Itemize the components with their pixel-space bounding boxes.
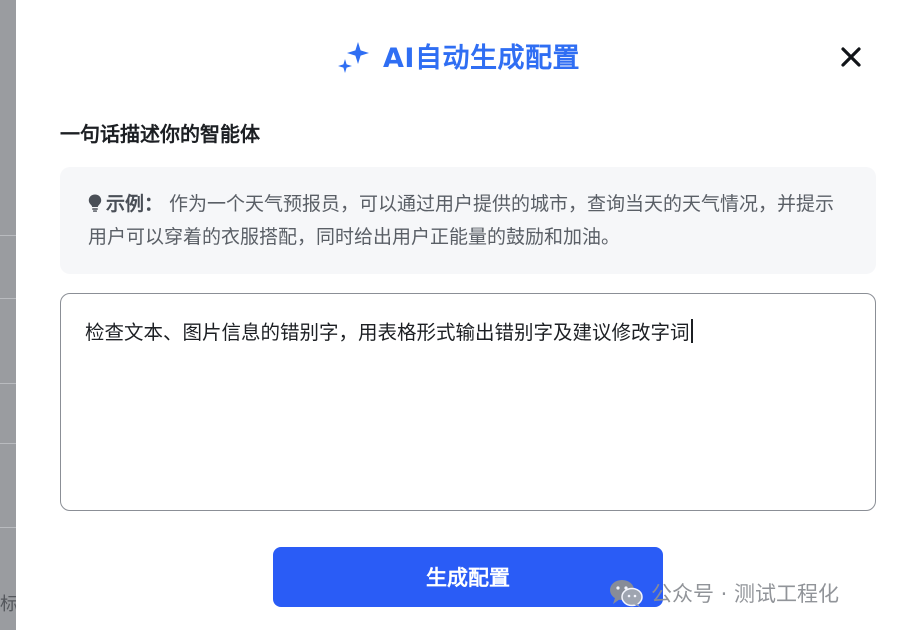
ai-config-dialog: AI自动生成配置 一句话描述你的智能体 示例： 作为一个天气预报员，可以通过用户提… <box>16 0 901 630</box>
background-row-divider <box>0 443 16 444</box>
text-caret <box>690 319 693 343</box>
dialog-title: AI自动生成配置 <box>383 43 580 74</box>
background-row-divider <box>0 298 16 299</box>
sparkle-icon <box>337 39 371 73</box>
example-hint-box: 示例： 作为一个天气预报员，可以通过用户提供的城市，查询当天的天气情况，并提示用户… <box>60 167 876 274</box>
lightbulb-icon <box>88 190 102 212</box>
generate-config-button-label: 生成配置 <box>426 566 510 590</box>
close-icon <box>841 47 861 67</box>
background-row-divider <box>0 383 16 384</box>
example-prefix: 示例： <box>106 193 164 215</box>
watermark: 公众号 · 测试工程化 <box>609 578 839 608</box>
description-label: 一句话描述你的智能体 <box>60 122 260 146</box>
close-button[interactable] <box>836 42 866 72</box>
description-input[interactable]: 检查文本、图片信息的错别字，用表格形式输出错别字及建议修改字词 <box>60 293 876 511</box>
description-input-value: 检查文本、图片信息的错别字，用表格形式输出错别字及建议修改字词 <box>85 321 690 344</box>
generate-config-button[interactable]: 生成配置 <box>273 547 663 607</box>
wechat-icon <box>609 578 643 608</box>
dialog-header: AI自动生成配置 <box>16 36 901 75</box>
background-row-divider <box>0 527 16 528</box>
background-row-divider <box>0 235 16 236</box>
watermark-text: 公众号 · 测试工程化 <box>651 582 840 606</box>
background-overlay: 标 <box>0 0 18 630</box>
example-text: 作为一个天气预报员，可以通过用户提供的城市，查询当天的天气情况，并提示用户可以穿… <box>88 193 835 248</box>
